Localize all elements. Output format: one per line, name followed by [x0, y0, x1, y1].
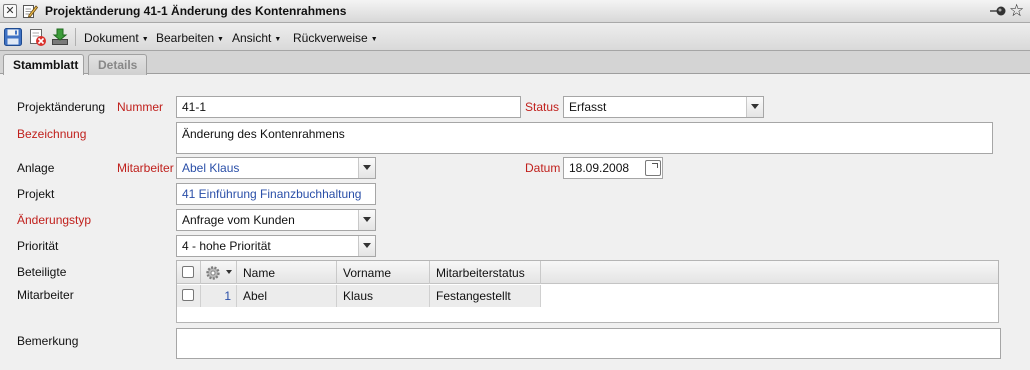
cell-name: Abel: [237, 285, 337, 307]
beteiligte-mitarbeiter-label: Mitarbeiter: [17, 288, 74, 302]
chevron-down-icon: ▼: [274, 36, 282, 43]
menu-label: Rückverweise: [293, 31, 368, 45]
header-settings-cell[interactable]: [201, 261, 237, 284]
chevron-down-icon[interactable]: [358, 158, 375, 178]
row-checkbox-cell: [177, 285, 201, 307]
menu-label: Bearbeiten: [156, 31, 215, 45]
row-index[interactable]: 1: [201, 285, 237, 307]
pin-icon[interactable]: [990, 4, 1006, 18]
column-header-vorname[interactable]: Vorname: [337, 261, 430, 284]
grid-header: Name Vorname Mitarbeiterstatus: [177, 261, 998, 284]
menu-ansicht[interactable]: Ansicht ▼: [232, 31, 281, 45]
cell-vorname: Klaus: [337, 285, 430, 307]
nummer-field[interactable]: 41-1: [176, 96, 521, 118]
aenderungstyp-value: Anfrage vom Kunden: [182, 213, 295, 227]
beteiligte-label: Beteiligte: [17, 265, 67, 279]
bezeichnung-label: Bezeichnung: [17, 127, 87, 141]
star-icon[interactable]: ☆: [1009, 1, 1024, 21]
download-icon[interactable]: [50, 27, 70, 47]
chevron-down-icon[interactable]: [358, 236, 375, 256]
chevron-down-icon[interactable]: [226, 270, 232, 274]
bemerkung-field[interactable]: [176, 328, 1001, 359]
menu-label: Ansicht: [232, 31, 272, 45]
column-header-name[interactable]: Name: [237, 261, 337, 284]
mitarbeiter-label: Mitarbeiter: [117, 161, 174, 175]
save-icon[interactable]: [3, 27, 23, 47]
window-title: Projektänderung 41-1 Änderung des Konten…: [45, 4, 347, 18]
cell-mitarbeiterstatus: Festangestellt: [430, 285, 541, 307]
chevron-down-icon[interactable]: [746, 97, 763, 117]
select-all-checkbox[interactable]: [182, 266, 194, 278]
header-checkbox-cell: [177, 261, 201, 284]
status-select[interactable]: Erfasst: [563, 96, 764, 118]
chevron-down-icon: ▼: [370, 36, 378, 43]
projektaenderung-label: Projektänderung: [17, 100, 106, 114]
document-edit-icon: [22, 3, 39, 19]
menu-dokument[interactable]: Dokument ▼: [84, 31, 149, 45]
close-icon[interactable]: ✕: [3, 4, 17, 18]
menu-rueckverweise[interactable]: Rückverweise ▼: [293, 31, 378, 45]
bezeichnung-field[interactable]: Änderung des Kontenrahmens: [176, 122, 993, 154]
table-row[interactable]: 1 Abel Klaus Festangestellt: [177, 285, 541, 307]
projekt-label: Projekt: [17, 187, 55, 201]
row-checkbox[interactable]: [182, 289, 194, 301]
chevron-down-icon: ▼: [141, 36, 149, 43]
tab-stammblatt[interactable]: Stammblatt: [3, 54, 84, 75]
chevron-down-icon[interactable]: [358, 210, 375, 230]
calendar-icon[interactable]: [645, 160, 661, 176]
mitarbeiter-value: Abel Klaus: [182, 161, 240, 175]
menu-bearbeiten[interactable]: Bearbeiten ▼: [156, 31, 224, 45]
delete-icon[interactable]: [27, 27, 47, 47]
toolbar: Dokument ▼ Bearbeiten ▼ Ansicht ▼ Rückverwe…: [0, 23, 1030, 51]
prioritaet-select[interactable]: 4 - hohe Priorität: [176, 235, 376, 257]
gear-icon[interactable]: [205, 265, 221, 281]
column-header-mitarbeiterstatus[interactable]: Mitarbeiterstatus: [430, 261, 541, 284]
beteiligte-grid: Name Vorname Mitarbeiterstatus 1 Abel Kl…: [176, 260, 999, 323]
datum-label: Datum: [525, 161, 561, 175]
tab-details[interactable]: Details: [88, 54, 147, 75]
prioritaet-label: Priorität: [17, 239, 59, 253]
window-titlebar: ✕ Projektänderung 41-1 Änderung des Kont…: [0, 0, 1030, 23]
status-value: Erfasst: [569, 100, 607, 114]
bemerkung-label: Bemerkung: [17, 334, 79, 348]
nummer-label: Nummer: [117, 100, 164, 114]
projekt-field[interactable]: 41 Einführung Finanzbuchhaltung: [176, 183, 376, 205]
toolbar-separator: [75, 28, 76, 46]
mitarbeiter-select[interactable]: Abel Klaus: [176, 157, 376, 179]
chevron-down-icon: ▼: [217, 36, 224, 43]
anlage-label: Anlage: [17, 161, 55, 175]
status-label: Status: [525, 100, 560, 114]
aenderungstyp-label: Änderungstyp: [17, 213, 92, 227]
prioritaet-value: 4 - hohe Priorität: [182, 239, 271, 253]
menu-label: Dokument: [84, 31, 139, 45]
aenderungstyp-select[interactable]: Anfrage vom Kunden: [176, 209, 376, 231]
tab-bar: Stammblatt Details: [0, 51, 1030, 75]
